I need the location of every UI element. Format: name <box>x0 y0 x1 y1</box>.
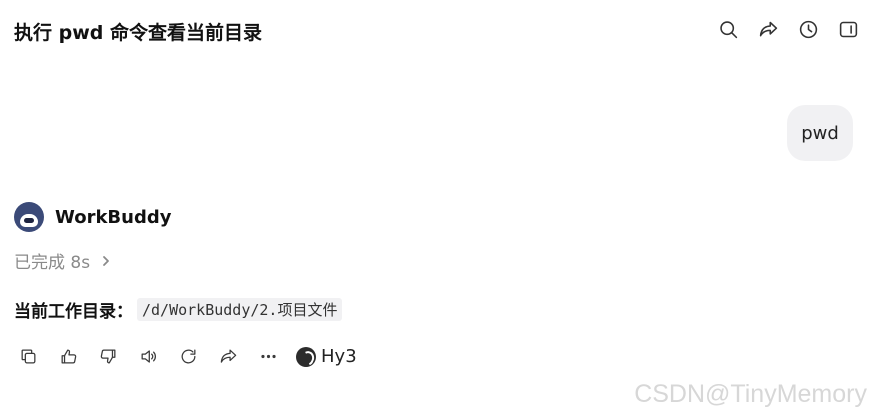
model-selector[interactable]: Hy3 <box>296 346 357 367</box>
refresh-icon[interactable] <box>178 347 198 367</box>
copy-icon[interactable] <box>18 347 38 367</box>
assistant-answer: 当前工作目录： /d/WorkBuddy/2.项目文件 <box>14 297 343 322</box>
chat-page: 执行 pwd 命令查看当前目录 pwd WorkBuddy 已完成 8s 当前工… <box>0 0 875 413</box>
assistant-avatar <box>14 202 44 232</box>
thumbs-up-icon[interactable] <box>58 347 78 367</box>
message-actions: Hy3 <box>18 346 357 367</box>
model-logo-icon <box>296 346 316 367</box>
task-status-toggle[interactable]: 已完成 8s <box>14 248 112 273</box>
speaker-icon[interactable] <box>138 347 158 367</box>
chevron-right-icon <box>103 255 109 266</box>
assistant-header: WorkBuddy <box>14 202 171 232</box>
thumbs-down-icon[interactable] <box>98 347 118 367</box>
share-icon[interactable] <box>757 18 779 40</box>
task-status-text: 已完成 8s <box>14 253 91 273</box>
more-icon[interactable] <box>258 347 278 367</box>
header-toolbar <box>717 18 859 40</box>
answer-label: 当前工作目录： <box>14 302 133 322</box>
share-icon[interactable] <box>218 347 238 367</box>
page-title: 执行 pwd 命令查看当前目录 <box>14 22 262 44</box>
history-icon[interactable] <box>797 18 819 40</box>
model-label: Hy3 <box>321 346 357 367</box>
sidebar-toggle-icon[interactable] <box>837 18 859 40</box>
user-message-bubble: pwd <box>787 105 853 161</box>
inline-code-path: /d/WorkBuddy/2.项目文件 <box>137 298 343 321</box>
watermark: CSDN@TinyMemory <box>634 380 867 408</box>
search-icon[interactable] <box>717 18 739 40</box>
assistant-name: WorkBuddy <box>55 206 172 228</box>
